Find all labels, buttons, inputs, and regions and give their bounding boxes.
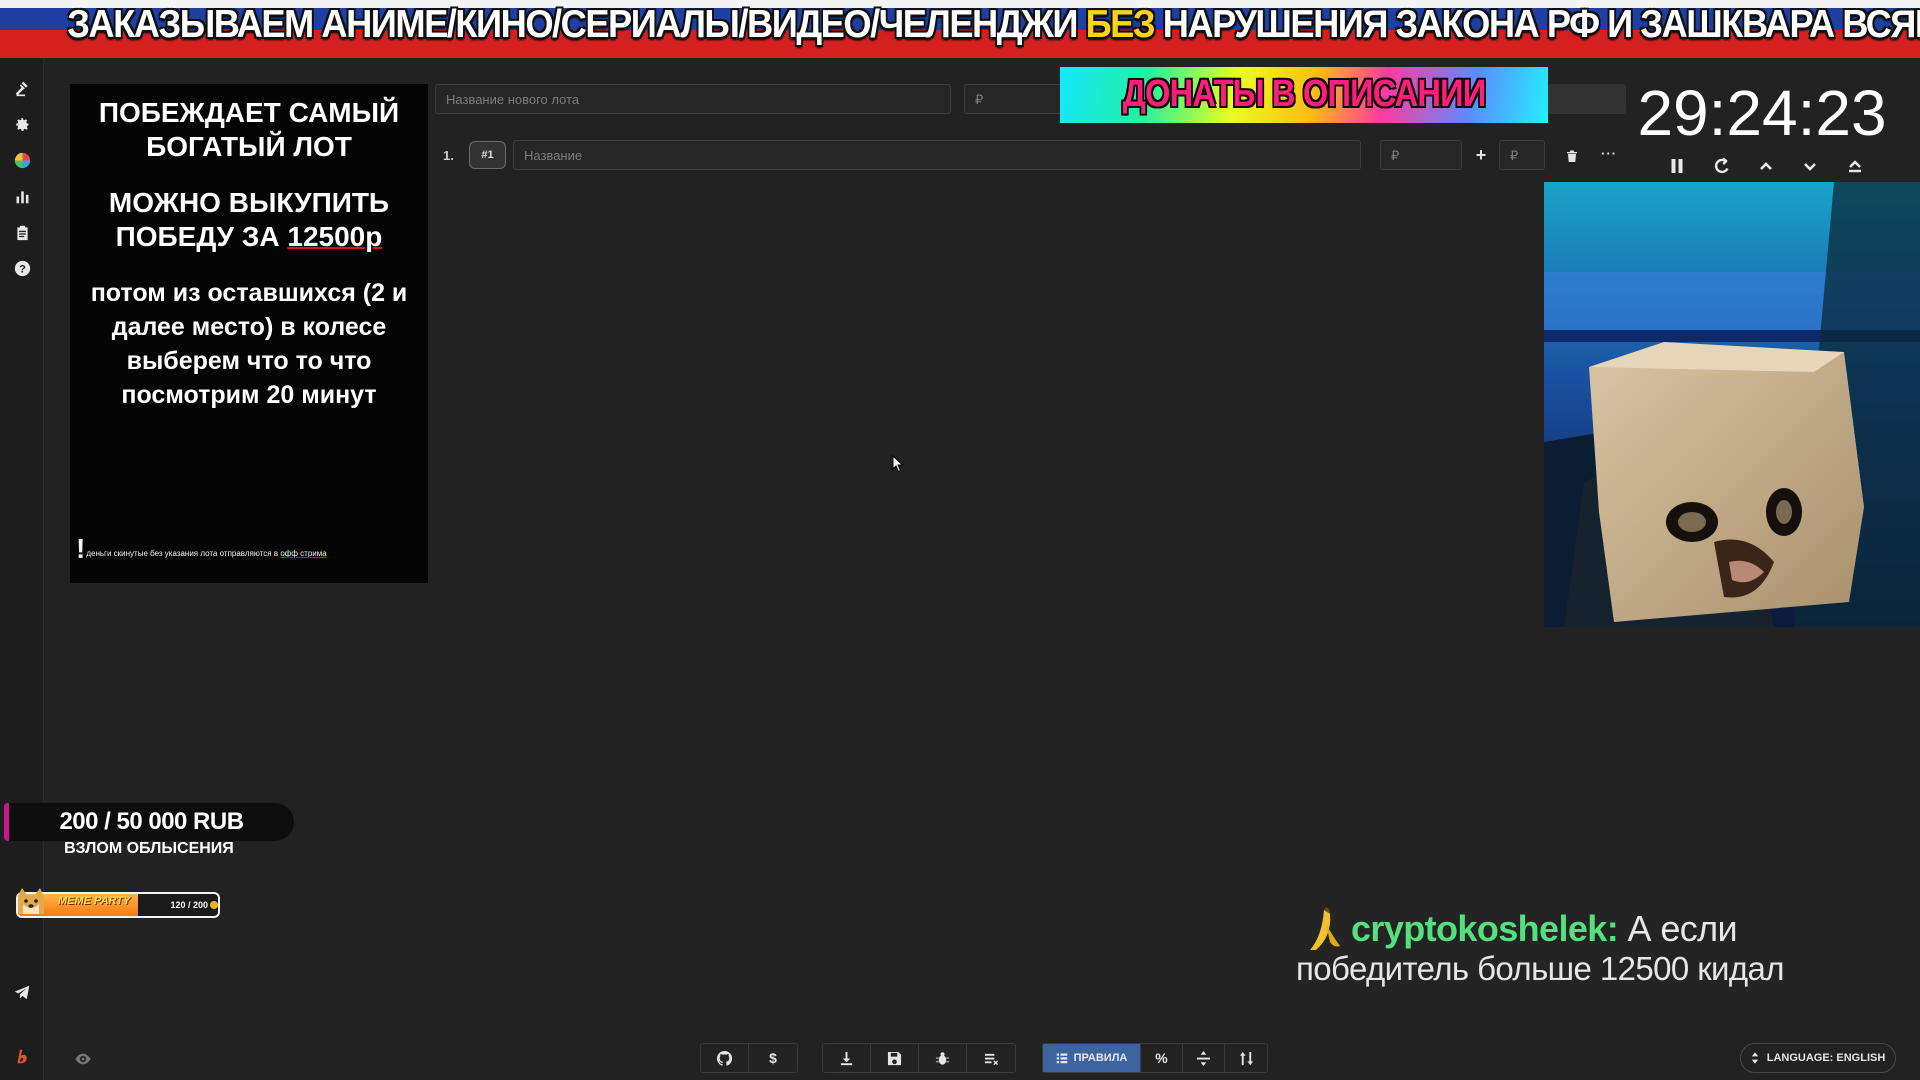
percent-button[interactable]: % <box>1141 1044 1183 1072</box>
banana-badge-icon <box>1310 907 1340 950</box>
webcam-image <box>1544 182 1920 627</box>
chat-username-colon: : <box>1606 908 1619 949</box>
eye-icon[interactable] <box>74 1050 92 1068</box>
toolbar-group-view: ПРАВИЛА % <box>1042 1043 1268 1073</box>
meme-progress-count: 120 / 200 <box>170 900 208 910</box>
more-options-button[interactable]: ··· <box>1598 142 1620 164</box>
stats-icon[interactable] <box>10 184 34 208</box>
toolbar-group-file <box>822 1043 1016 1073</box>
rules-note: !деньги скинутые без указания лота отпра… <box>76 533 327 565</box>
rules-note-link: офф стрима <box>280 549 327 558</box>
chevron-down-icon[interactable] <box>1796 152 1824 180</box>
rules-buyout-price: 12500р <box>287 221 383 252</box>
webcam-feed <box>1544 182 1920 627</box>
github-icon[interactable] <box>701 1044 749 1072</box>
reset-icon[interactable] <box>1708 152 1736 180</box>
chat-message-start: А если <box>1618 908 1738 949</box>
lot-add-amount-input[interactable] <box>1499 140 1545 170</box>
pause-icon[interactable] <box>1663 152 1691 180</box>
telegram-icon[interactable] <box>10 980 34 1004</box>
rules-button-label: ПРАВИЛА <box>1073 1052 1128 1064</box>
chat-message-line-2: победитель больше 12500 кидал <box>1296 950 1785 987</box>
clear-list-icon[interactable] <box>967 1044 1015 1072</box>
sidebar: ? <box>0 58 44 1080</box>
split-icon[interactable] <box>1183 1044 1225 1072</box>
chevron-up-icon[interactable] <box>1752 152 1780 180</box>
rules-line-1: ПОБЕЖДАЕТ САМЫЙ БОГАТЫЙ ЛОТ <box>98 97 400 162</box>
banner-text-part1: ЗАКАЗЫВАЕМ АНИМЕ/КИНО/СЕРИАЛЫ/ВИДЕО/ЧЕЛЕ… <box>67 3 1086 46</box>
up-down-icon <box>1751 1052 1758 1064</box>
lot-id-badge[interactable]: #1 <box>469 141 506 169</box>
rules-note-mark: ! <box>76 533 86 564</box>
rules-note-text: деньги скинутые без указания лота отправ… <box>86 549 281 558</box>
chat-username[interactable]: cryptokoshelek <box>1351 908 1607 949</box>
sort-icon[interactable] <box>1225 1044 1267 1072</box>
rules-panel: ПОБЕЖДАЕТ САМЫЙ БОГАТЫЙ ЛОТ МОЖНО ВЫКУПИ… <box>70 84 428 583</box>
chat-message: cryptokoshelek: А если победитель больше… <box>1288 904 1920 1000</box>
add-amount-button[interactable]: + <box>1470 144 1492 166</box>
wheel-icon[interactable] <box>10 148 34 172</box>
header-placeholder-block <box>1548 84 1626 114</box>
rules-line-2: МОЖНО ВЫКУПИТЬ ПОБЕДУ ЗА 12500р <box>78 186 420 254</box>
gear-icon[interactable] <box>10 112 34 136</box>
gavel-icon[interactable] <box>10 76 34 100</box>
top-banner: ЗАКАЗЫВАЕМ АНИМЕ/КИНО/СЕРИАЛЫ/ВИДЕО/ЧЕЛЕ… <box>0 0 1920 58</box>
help-icon[interactable]: ? <box>10 256 34 280</box>
download-icon[interactable] <box>823 1044 871 1072</box>
mouse-cursor-icon <box>892 455 904 473</box>
banner-text-part2: НАРУШЕНИЯ ЗАКОНА РФ И ЗАШКВАРА ВСЯКОГО <box>1162 3 1920 46</box>
double-chevron-up-icon[interactable] <box>1841 152 1869 180</box>
timer-display: 29:24:23 <box>1637 77 1887 149</box>
coin-icon <box>210 901 218 909</box>
chat-message-line-1: cryptokoshelek: А если <box>1351 908 1738 950</box>
donation-goal-title: ВЗЛОМ ОБЛЫСЕНИЯ <box>64 840 234 857</box>
rules-list-icon <box>1056 1053 1067 1064</box>
lot-index: 1. <box>443 148 454 163</box>
svg-text:?: ? <box>19 263 26 275</box>
clipboard-icon[interactable] <box>10 220 34 244</box>
banner-text-highlight: БЕЗ <box>1085 3 1156 46</box>
language-selector[interactable]: LANGUAGE: ENGLISH <box>1740 1043 1896 1073</box>
lot-amount-input[interactable] <box>1380 140 1462 170</box>
donation-goal-value: 200 / 50 000 RUB <box>59 808 244 835</box>
lot-name-input[interactable] <box>513 140 1361 170</box>
doge-icon <box>18 888 44 914</box>
brand-icon[interactable] <box>10 1044 34 1068</box>
rules-line-3: потом из оставшихся (2 и далее место) в … <box>90 279 408 409</box>
meme-progress-label: MEME PARTY <box>58 895 131 907</box>
trash-icon[interactable] <box>1561 145 1583 167</box>
donations-banner: ДОНАТЫ В ОПИСАНИИ <box>1060 67 1548 123</box>
new-lot-name-input[interactable] <box>435 84 951 114</box>
donations-banner-text: ДОНАТЫ В ОПИСАНИИ <box>1122 73 1487 115</box>
bug-icon[interactable] <box>919 1044 967 1072</box>
rules-button[interactable]: ПРАВИЛА <box>1043 1044 1141 1072</box>
new-lot-amount-input[interactable] <box>964 84 1064 114</box>
language-label: LANGUAGE: ENGLISH <box>1766 1052 1886 1064</box>
banner-text: ЗАКАЗЫВАЕМ АНИМЕ/КИНО/СЕРИАЛЫ/ВИДЕО/ЧЕЛЕ… <box>67 3 1920 47</box>
save-icon[interactable] <box>871 1044 919 1072</box>
toolbar-group-links: $ <box>700 1043 798 1073</box>
donate-dollar-button[interactable]: $ <box>749 1044 797 1072</box>
donation-goal: 200 / 50 000 RUB <box>4 803 294 841</box>
